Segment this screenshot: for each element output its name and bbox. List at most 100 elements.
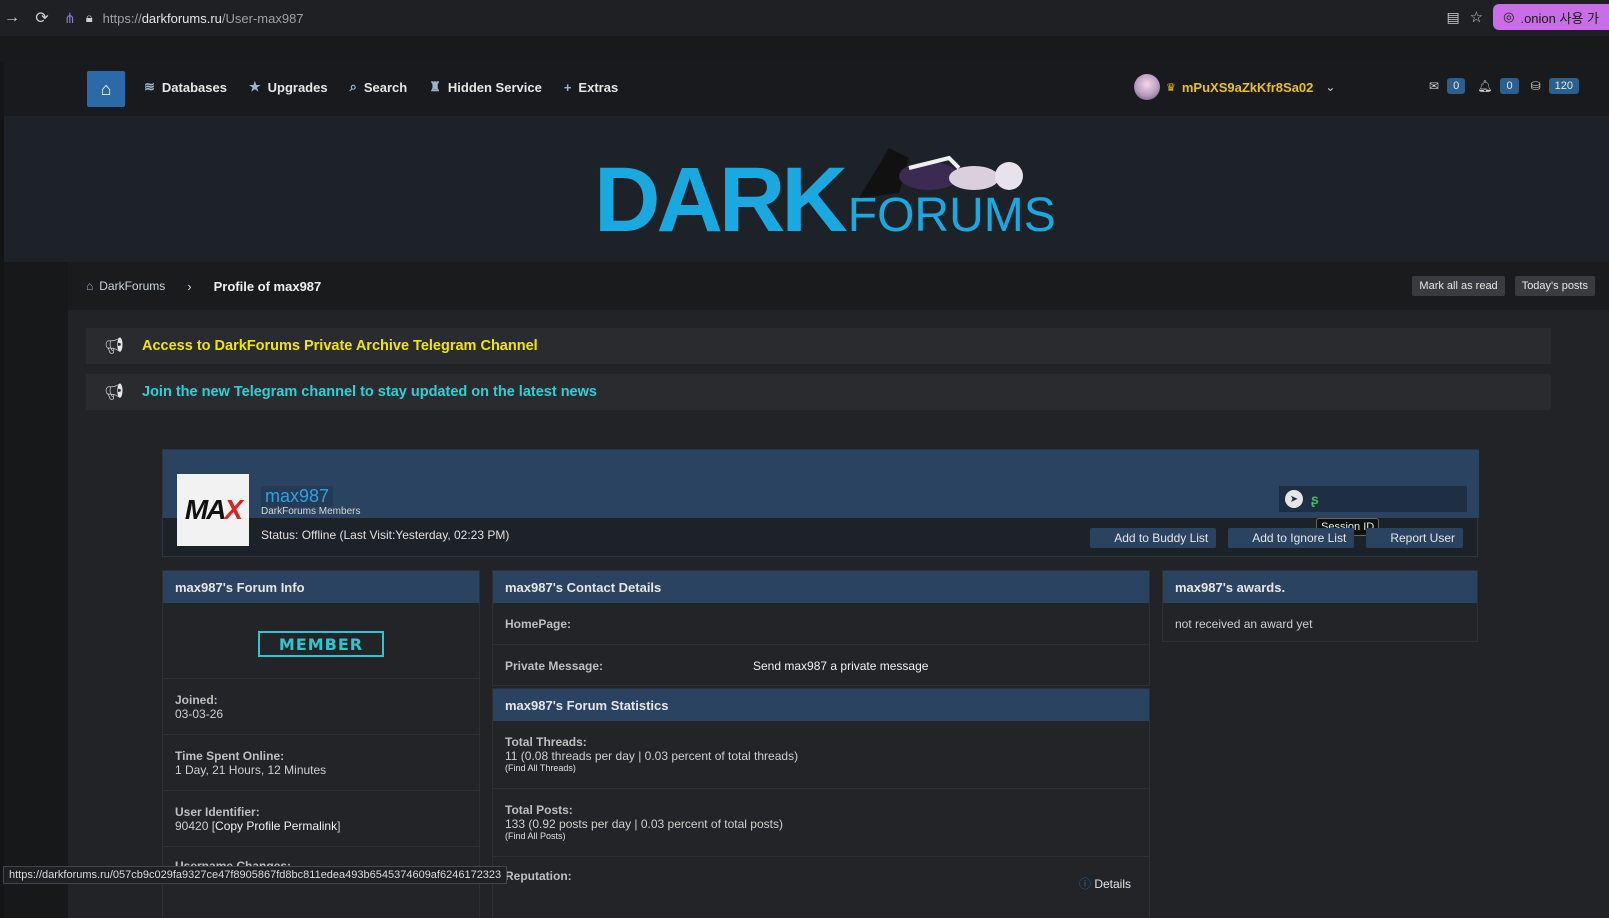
forward-icon[interactable]: → bbox=[0, 9, 24, 27]
mark-all-read-button[interactable]: Mark all as read bbox=[1412, 276, 1505, 296]
todays-posts-button[interactable]: Today's posts bbox=[1514, 276, 1595, 296]
menu-extras[interactable]: + Extras bbox=[564, 79, 618, 95]
reader-view-icon[interactable]: ▤ bbox=[1446, 9, 1459, 26]
header-banner: DARK FORUMS bbox=[4, 116, 1609, 262]
joined-label: Joined: bbox=[175, 693, 218, 707]
profile-status: Status: Offline (Last Visit:Yesterday, 0… bbox=[261, 528, 510, 542]
tor-circuit-icon[interactable]: ⋔ bbox=[64, 10, 76, 27]
profile-username: max987 bbox=[261, 486, 334, 507]
menu-label: Hidden Service bbox=[447, 79, 542, 95]
logo-dark-text: DARK bbox=[594, 149, 848, 251]
reputation-row: Reputation: ⓘ Details bbox=[493, 857, 1149, 893]
announcement-telegram-archive[interactable]: 📢︎ Access to DarkForums Private Archive … bbox=[86, 328, 1551, 364]
home-button[interactable]: ⌂ bbox=[87, 71, 125, 107]
details-label: Details bbox=[1094, 877, 1131, 891]
panel-title: max987's Contact Details bbox=[493, 571, 1149, 603]
uid-row: User Identifier: 90420 [Copy Profile Per… bbox=[163, 791, 479, 847]
site-root: ⌂ ≋ Databases ★ Upgrades ⌕ Search ♜ Hidden S… bbox=[4, 62, 1609, 918]
home-icon: ⌂ bbox=[86, 279, 94, 293]
star-icon: ★ bbox=[248, 79, 261, 94]
breadcrumb-home-label: DarkForums bbox=[99, 279, 166, 293]
find-all-posts-link[interactable]: (Find All Posts) bbox=[505, 831, 1137, 841]
reload-icon[interactable]: ⟳ bbox=[30, 8, 54, 28]
threads-value: 11 (0.08 threads per day | 0.03 percent … bbox=[505, 749, 799, 763]
announcement-text[interactable]: Join the new Telegram channel to stay up… bbox=[142, 384, 597, 400]
menu-label: Extras bbox=[578, 79, 619, 95]
panel-title: max987's awards. bbox=[1163, 571, 1477, 603]
rank-row: MEMBER bbox=[163, 603, 479, 679]
left-rail bbox=[4, 262, 68, 918]
bookmark-star-icon[interactable]: ☆ bbox=[1470, 8, 1483, 26]
url-text[interactable]: https://darkforums.ru/User-max987 bbox=[103, 11, 304, 26]
threads-row: Total Threads: 11 (0.08 threads per day … bbox=[493, 721, 1149, 789]
menu-label: Upgrades bbox=[267, 79, 328, 95]
reputation-details-link[interactable]: ⓘ Details bbox=[1079, 875, 1131, 892]
add-ignore-button[interactable]: Add to Ignore List bbox=[1228, 528, 1355, 548]
add-buddy-button[interactable]: Add to Buddy List bbox=[1090, 528, 1217, 548]
panel-title: max987's Forum Info bbox=[163, 571, 479, 603]
copy-permalink-link[interactable]: Copy Profile Permalink bbox=[215, 819, 337, 833]
search-icon: ⌕ bbox=[349, 79, 357, 94]
menu-upgrades[interactable]: ★ Upgrades bbox=[249, 79, 328, 95]
profile-card: MAX max987 DarkForums Members Status: Of… bbox=[162, 449, 1479, 557]
megaphone-icon: 📢︎ bbox=[103, 384, 125, 401]
plus-icon: + bbox=[563, 79, 572, 95]
header-counters: ✉ 0 🔔︎ 0 ⛁ 120 bbox=[1429, 78, 1579, 94]
time-online-label: Time Spent Online: bbox=[175, 749, 285, 763]
onion-available-button[interactable]: ◎ .onion 사용 가 bbox=[1493, 4, 1609, 30]
homepage-label: HomePage: bbox=[505, 617, 572, 631]
time-online-value: 1 Day, 21 Hours, 12 Minutes bbox=[175, 763, 327, 777]
send-pm-link[interactable]: Send max987 a private message bbox=[753, 659, 928, 673]
username[interactable]: mPuXS9aZkKfr8Sa02 bbox=[1182, 80, 1314, 95]
menu-label: Search bbox=[363, 79, 408, 95]
homepage-row: HomePage: bbox=[493, 603, 1149, 645]
user-menu[interactable]: ♛ mPuXS9aZkKfr8Sa02 ⌄ bbox=[1134, 74, 1335, 100]
tab-strip-gap bbox=[0, 36, 1609, 62]
crown-icon: ♛ bbox=[1166, 81, 1176, 94]
session-icon[interactable]: ʂ bbox=[1311, 491, 1319, 507]
telegram-icon[interactable]: ➤ bbox=[1285, 490, 1303, 508]
bell-icon[interactable]: 🔔︎ bbox=[1477, 79, 1492, 93]
breadcrumb-home[interactable]: ⌂ DarkForums bbox=[86, 279, 165, 293]
mail-icon[interactable]: ✉ bbox=[1429, 79, 1439, 93]
menu-hidden-service[interactable]: ♜ Hidden Service bbox=[429, 79, 542, 95]
link-status-bar: https://darkforums.ru/057cb9c029fa9327ce… bbox=[3, 866, 508, 884]
address-bar[interactable]: ⋔ 🔒︎ https://darkforums.ru/User-max987 bbox=[64, 4, 304, 32]
page-title: Profile of max987 bbox=[213, 278, 322, 294]
awards-panel: max987's awards. not received an award y… bbox=[1162, 570, 1478, 642]
logo-character-art bbox=[859, 148, 1023, 198]
panel-title: max987's Forum Statistics bbox=[493, 689, 1149, 721]
uid-label: User Identifier: bbox=[175, 805, 260, 819]
avatar[interactable] bbox=[1134, 74, 1160, 100]
member-rank-badge: MEMBER bbox=[258, 631, 384, 657]
chevron-down-icon[interactable]: ⌄ bbox=[1325, 80, 1335, 94]
lock-icon[interactable]: 🔒︎ bbox=[86, 10, 93, 26]
announcement-telegram-news[interactable]: 📢︎ Join the new Telegram channel to stay… bbox=[86, 374, 1551, 410]
onion-icon: ◎ bbox=[1503, 9, 1515, 24]
awards-empty: not received an award yet bbox=[1175, 617, 1313, 631]
contact-panel: max987's Contact Details HomePage: Priva… bbox=[492, 570, 1150, 686]
uid-number: 90420 bbox=[175, 819, 209, 833]
main-menu: ≋ Databases ★ Upgrades ⌕ Search ♜ Hidden Ser… bbox=[144, 79, 618, 95]
breadcrumb-separator-icon: › bbox=[187, 278, 192, 294]
reputation-label: Reputation: bbox=[505, 869, 572, 883]
notification-count-badge[interactable]: 0 bbox=[1500, 78, 1519, 94]
posts-label: Total Posts: bbox=[505, 803, 573, 817]
report-user-button[interactable]: Report User bbox=[1366, 528, 1463, 548]
posts-row: Total Posts: 133 (0.92 posts per day | 0… bbox=[493, 789, 1149, 857]
announcement-text[interactable]: Access to DarkForums Private Archive Tel… bbox=[142, 338, 538, 354]
threads-label: Total Threads: bbox=[505, 735, 587, 749]
mail-count-badge[interactable]: 0 bbox=[1447, 78, 1466, 94]
menu-databases[interactable]: ≋ Databases bbox=[144, 79, 227, 95]
find-all-threads-link[interactable]: (Find All Threads) bbox=[505, 763, 1137, 773]
coins-icon: ⛁ bbox=[1530, 79, 1541, 93]
pm-row: Private Message: Send max987 a private m… bbox=[493, 645, 1149, 687]
credits-badge[interactable]: 120 bbox=[1548, 78, 1579, 94]
profile-usergroup: DarkForums Members bbox=[261, 506, 361, 517]
megaphone-icon: 📢︎ bbox=[103, 338, 125, 355]
home-icon: ⌂ bbox=[100, 78, 112, 99]
joined-row: Joined: 03-03-26 bbox=[163, 679, 479, 735]
menu-label: Databases bbox=[161, 79, 227, 95]
posts-value: 133 (0.92 posts per day | 0.03 percent o… bbox=[505, 817, 783, 831]
menu-search[interactable]: ⌕ Search bbox=[350, 79, 408, 95]
